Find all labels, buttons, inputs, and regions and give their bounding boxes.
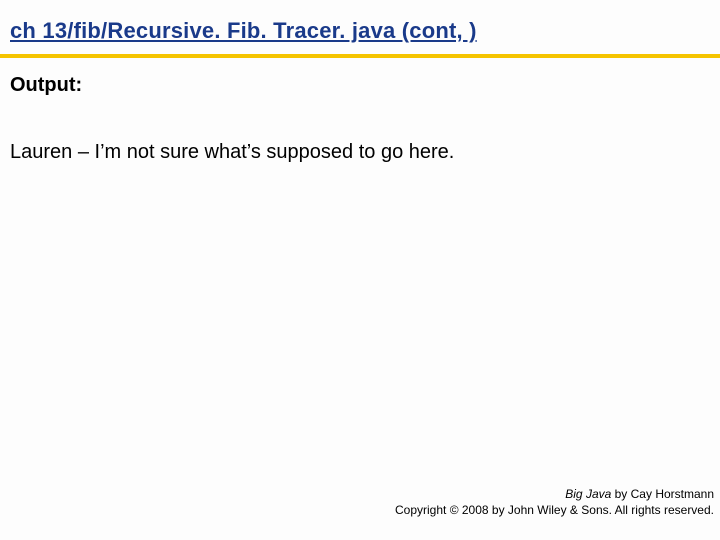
footer-byline: by Cay Horstmann bbox=[611, 487, 714, 501]
output-heading: Output: bbox=[10, 74, 710, 97]
slide-body: Output: Lauren – I’m not sure what’s sup… bbox=[0, 58, 720, 164]
footer-book-title: Big Java bbox=[565, 487, 611, 501]
footer: Big Java by Cay Horstmann Copyright © 20… bbox=[395, 486, 714, 518]
footer-copyright: Copyright © 2008 by John Wiley & Sons. A… bbox=[395, 502, 714, 518]
footer-line-1: Big Java by Cay Horstmann bbox=[395, 486, 714, 502]
title-bar: ch 13/fib/Recursive. Fib. Tracer. java (… bbox=[0, 0, 720, 50]
slide-title: ch 13/fib/Recursive. Fib. Tracer. java (… bbox=[10, 18, 477, 43]
body-text: Lauren – I’m not sure what’s supposed to… bbox=[10, 141, 710, 164]
slide: ch 13/fib/Recursive. Fib. Tracer. java (… bbox=[0, 0, 720, 540]
